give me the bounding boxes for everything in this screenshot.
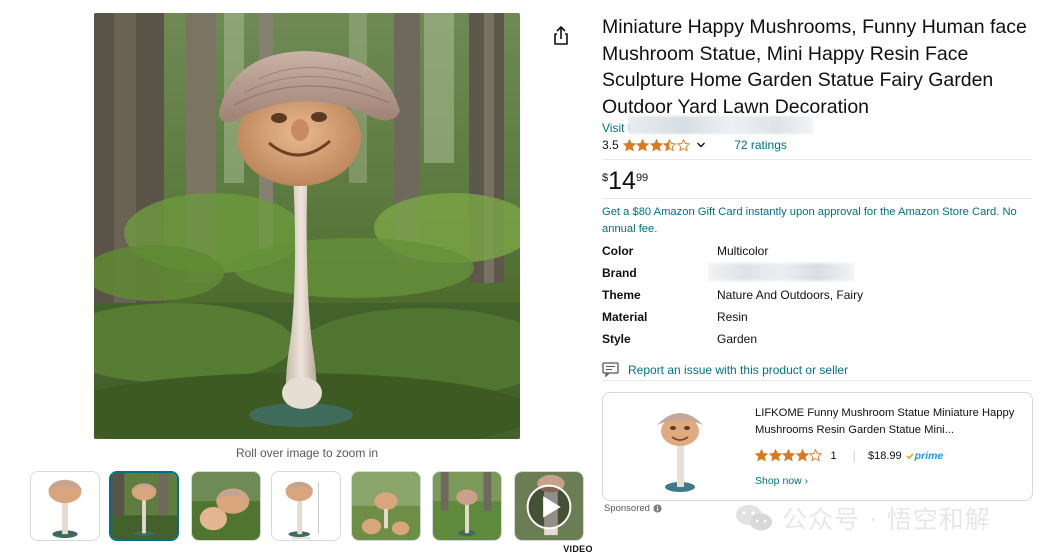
sponsored-price: $18.99 xyxy=(868,449,902,462)
shop-now-link[interactable]: Shop now › xyxy=(755,475,808,487)
video-label: VIDEO xyxy=(563,544,593,554)
thumbnail-4[interactable] xyxy=(271,471,341,541)
zoom-hint: Roll over image to zoom in xyxy=(235,446,379,460)
star-icon xyxy=(768,449,782,462)
star-icon xyxy=(636,138,650,152)
spec-key: Theme xyxy=(602,288,641,302)
sponsored-product-image[interactable] xyxy=(645,399,715,495)
divider xyxy=(602,159,1032,160)
main-product-image[interactable] xyxy=(94,13,520,439)
price: $ 14 99 xyxy=(602,167,648,195)
spec-value: Multicolor xyxy=(717,244,769,258)
store-link[interactable]: Visit t xyxy=(602,121,631,135)
info-icon[interactable] xyxy=(653,504,662,513)
star-rating[interactable] xyxy=(622,138,691,152)
divider xyxy=(602,198,1032,199)
rating-value: 3.5 xyxy=(602,138,619,152)
thumbnail-2[interactable] xyxy=(109,471,179,541)
rating-row: 3.5 72 ratings xyxy=(602,137,787,153)
prime-badge: prime xyxy=(906,449,944,462)
spec-value: Garden xyxy=(717,332,758,346)
sponsored-star-rating[interactable] xyxy=(755,449,823,462)
divider xyxy=(602,380,1032,381)
sponsored-product-card[interactable]: LIFKOME Funny Mushroom Statue Miniature … xyxy=(602,392,1033,501)
wechat-icon xyxy=(736,505,772,531)
spec-key: Style xyxy=(602,332,631,346)
report-issue-link[interactable]: Report an issue with this product or sel… xyxy=(602,362,848,377)
prime-check-icon xyxy=(906,452,914,459)
report-issue-label: Report an issue with this product or sel… xyxy=(628,362,849,377)
share-icon[interactable] xyxy=(552,26,570,46)
gift-card-offer-link[interactable]: Get a $80 Amazon Gift Card instantly upo… xyxy=(602,204,1032,237)
spec-key: Material xyxy=(602,310,648,324)
star-icon xyxy=(755,449,768,462)
spec-key: Color xyxy=(602,244,634,258)
price-whole: 14 xyxy=(608,167,636,195)
thumbnail-3[interactable] xyxy=(191,471,261,541)
star-icon xyxy=(795,449,809,462)
sponsored-product-title[interactable]: LIFKOME Funny Mushroom Statue Miniature … xyxy=(755,405,1020,439)
sponsored-rating-row: 1 | $18.99 prime xyxy=(755,448,943,463)
spec-value: Nature And Outdoors, Fairy xyxy=(717,288,864,302)
thumbnail-strip: VIDEO xyxy=(30,471,592,554)
star-icon xyxy=(676,138,690,152)
thumbnail-1[interactable] xyxy=(30,471,100,541)
brand-redaction xyxy=(708,263,854,281)
sponsored-rating-count[interactable]: 1 xyxy=(831,450,837,462)
star-icon xyxy=(782,449,795,462)
watermark: 公众号 · 悟空和解 xyxy=(734,500,991,536)
price-fraction: 99 xyxy=(635,172,649,184)
ratings-count-link[interactable]: 72 ratings xyxy=(734,138,787,152)
star-icon xyxy=(622,138,636,152)
star-icon xyxy=(649,138,663,152)
watermark-text: 公众号 · 悟空和解 xyxy=(782,505,991,534)
star-icon xyxy=(663,138,677,152)
store-name-redaction xyxy=(628,116,814,134)
chevron-down-icon[interactable] xyxy=(696,140,706,150)
spec-key: Brand xyxy=(602,266,637,280)
spec-value: Resin xyxy=(717,310,748,324)
product-title: Miniature Happy Mushrooms, Funny Human f… xyxy=(602,16,1027,118)
prime-label: prime xyxy=(914,449,944,462)
thumbnail-5[interactable] xyxy=(351,471,421,541)
thumbnail-6[interactable] xyxy=(432,471,502,541)
thumbnail-video[interactable] xyxy=(514,471,584,541)
separator: | xyxy=(852,448,857,463)
sponsored-text: Sponsored xyxy=(604,503,650,514)
report-flag-icon xyxy=(602,362,619,377)
sponsored-label: Sponsored xyxy=(604,503,662,514)
star-icon xyxy=(809,449,822,462)
